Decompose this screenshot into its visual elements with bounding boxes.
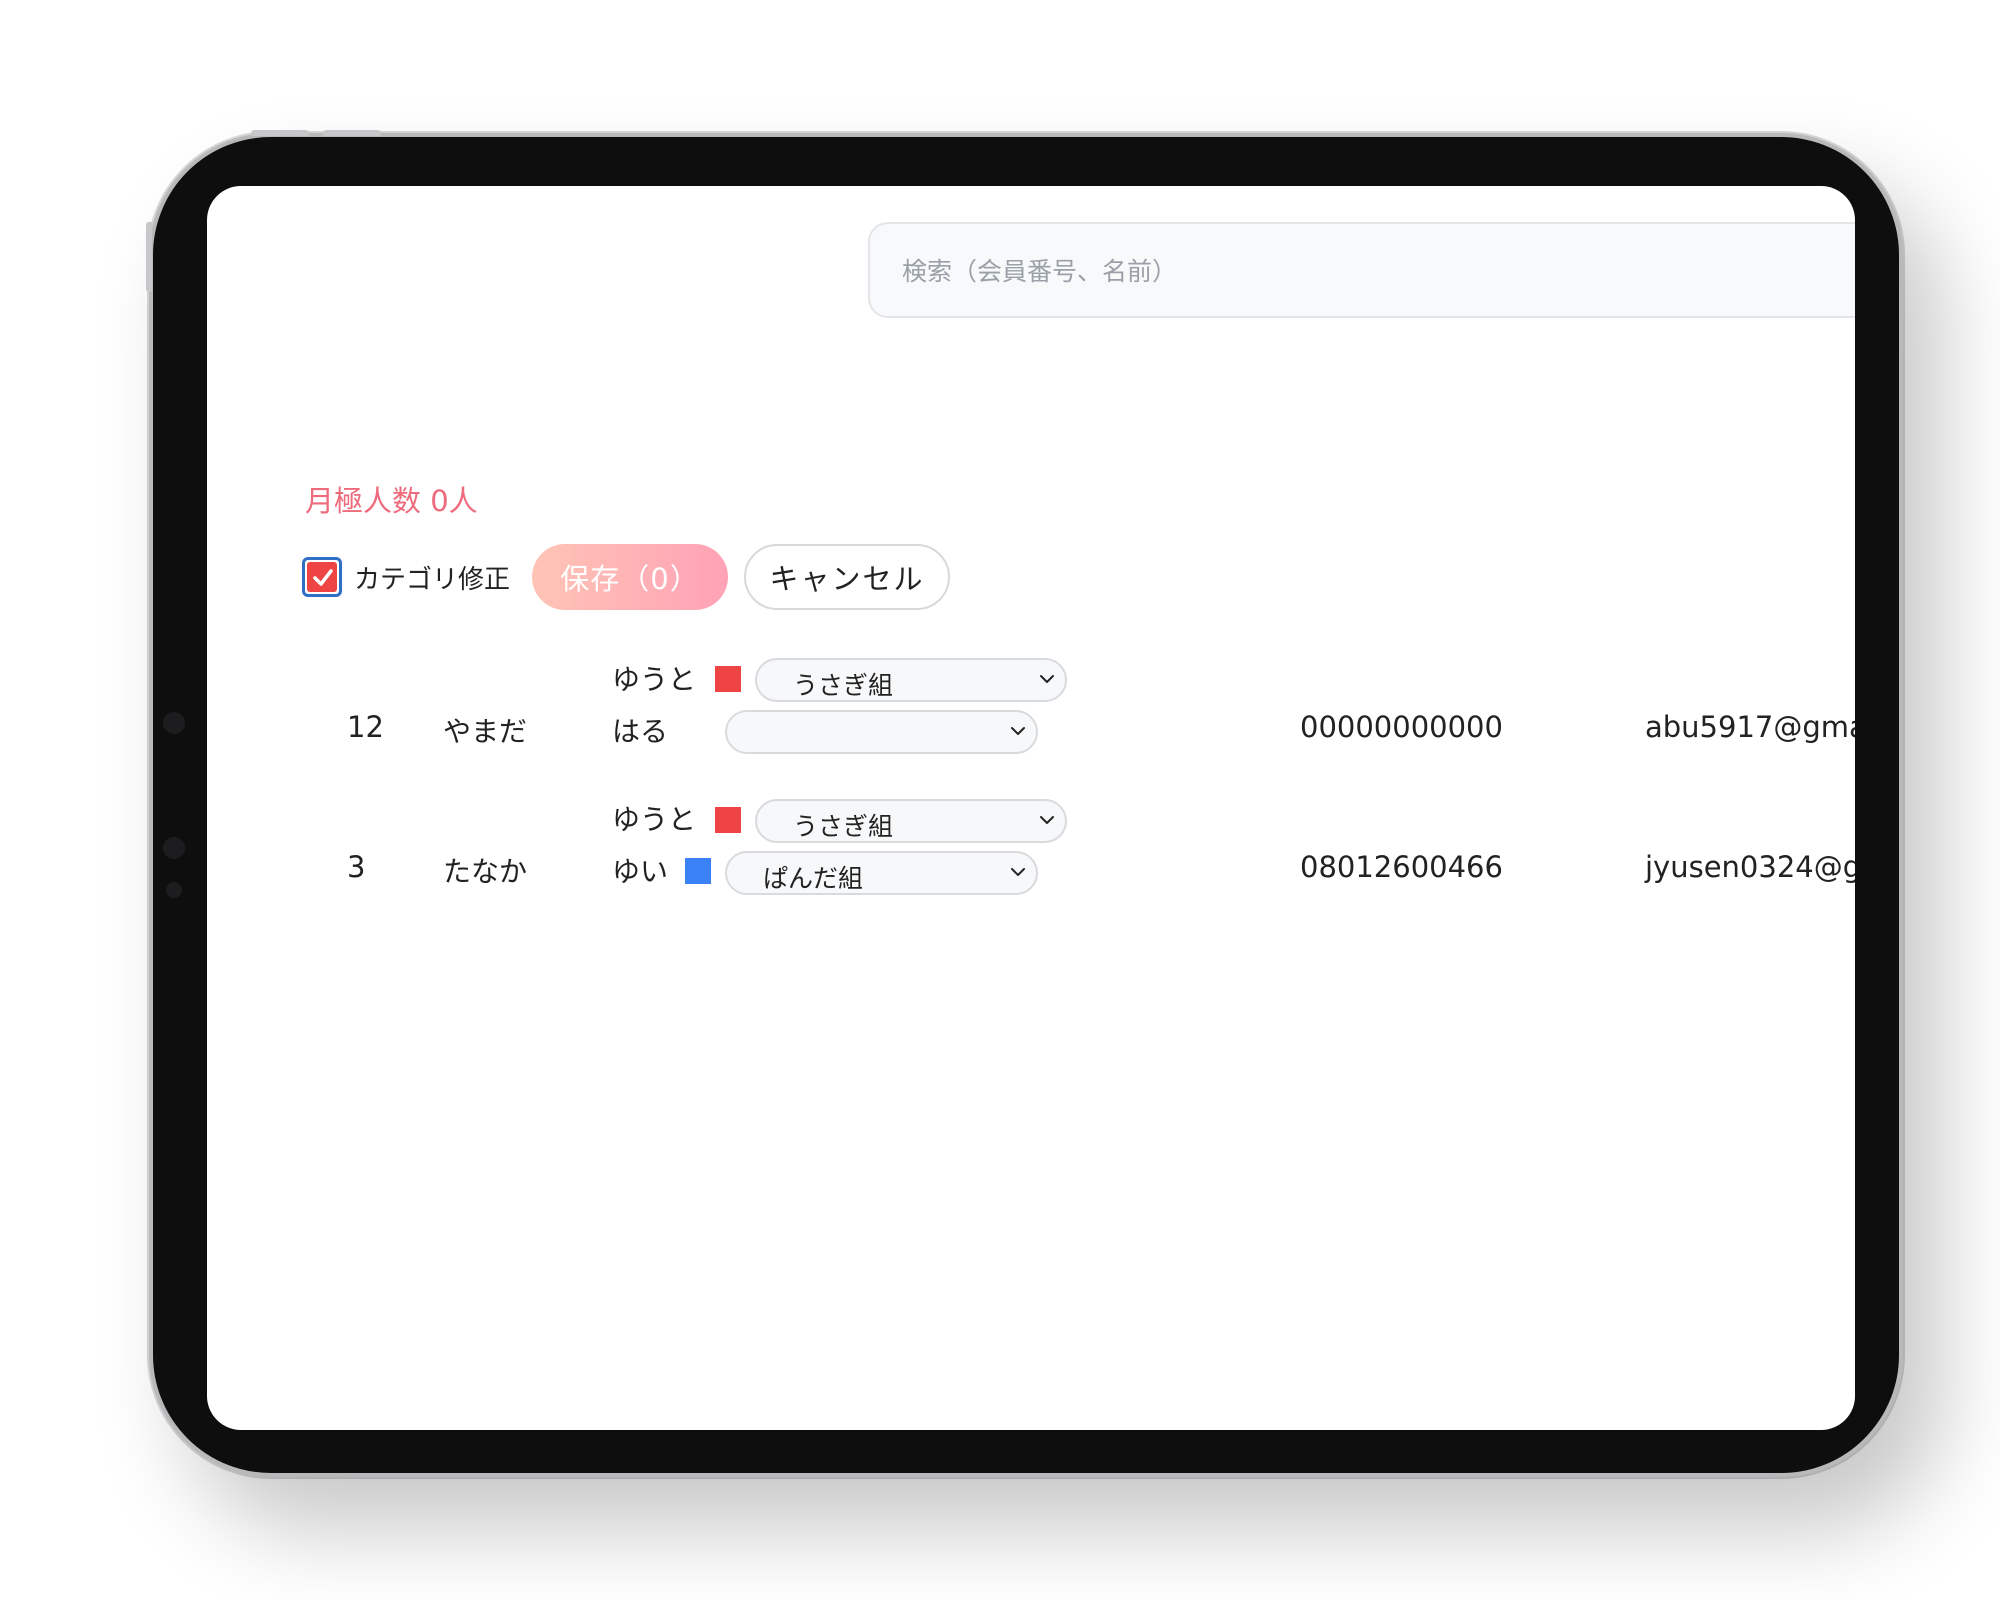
class-color-swatch: [715, 807, 741, 833]
child-name: ゆうと: [612, 803, 697, 836]
chevron-down-icon: [1040, 816, 1054, 824]
volume-button: [323, 130, 381, 136]
class-select[interactable]: うさぎ組: [755, 658, 1067, 702]
camera-sensor: [163, 837, 185, 859]
monthly-count-label: 月極人数 0人: [305, 484, 478, 518]
child-name: ゆうと: [612, 663, 697, 696]
member-email: abu5917@gma: [1645, 710, 1855, 744]
camera-sensor: [166, 882, 182, 898]
chevron-down-icon: [1011, 727, 1025, 735]
member-name: やまだ: [443, 715, 528, 748]
toolbar: カテゴリ修正 保存（0） キャンセル: [302, 542, 951, 612]
child-name: はる: [612, 715, 669, 748]
side-button: [146, 222, 152, 292]
member-number: 12: [347, 710, 384, 744]
child-name: ゆい: [612, 855, 669, 888]
checkbox-fill: [307, 562, 337, 592]
chevron-down-icon: [1040, 675, 1054, 683]
class-color-swatch: [685, 858, 711, 884]
app-screen: 月極人数 0人 カテゴリ修正 保存（0） キャンセル 12 やまだ ゆうと うさ…: [207, 186, 1855, 1430]
member-number: 3: [347, 850, 366, 884]
search-input[interactable]: [900, 224, 1855, 318]
camera-sensor: [163, 712, 185, 734]
member-phone: 00000000000: [1300, 710, 1503, 744]
class-select-value: うさぎ組: [793, 812, 894, 841]
cancel-button[interactable]: キャンセル: [744, 544, 951, 610]
class-select[interactable]: ぱんだ組: [725, 851, 1038, 895]
class-select-value: うさぎ組: [793, 671, 894, 700]
category-edit-label: カテゴリ修正: [354, 564, 511, 595]
category-edit-checkbox[interactable]: [302, 557, 342, 597]
chevron-down-icon: [1011, 868, 1025, 876]
stage: 月極人数 0人 カテゴリ修正 保存（0） キャンセル 12 やまだ ゆうと うさ…: [0, 0, 2000, 1600]
class-color-swatch: [715, 666, 741, 692]
class-select[interactable]: [725, 710, 1038, 754]
class-select[interactable]: うさぎ組: [755, 799, 1067, 843]
member-name: たなか: [443, 855, 528, 888]
volume-button: [251, 130, 309, 136]
member-phone: 08012600466: [1300, 850, 1503, 884]
check-icon: [313, 569, 333, 586]
search-box[interactable]: [868, 222, 1855, 318]
member-email: jyusen0324@g: [1645, 850, 1855, 884]
save-button[interactable]: 保存（0）: [532, 544, 729, 610]
class-select-value: ぱんだ組: [763, 864, 864, 893]
